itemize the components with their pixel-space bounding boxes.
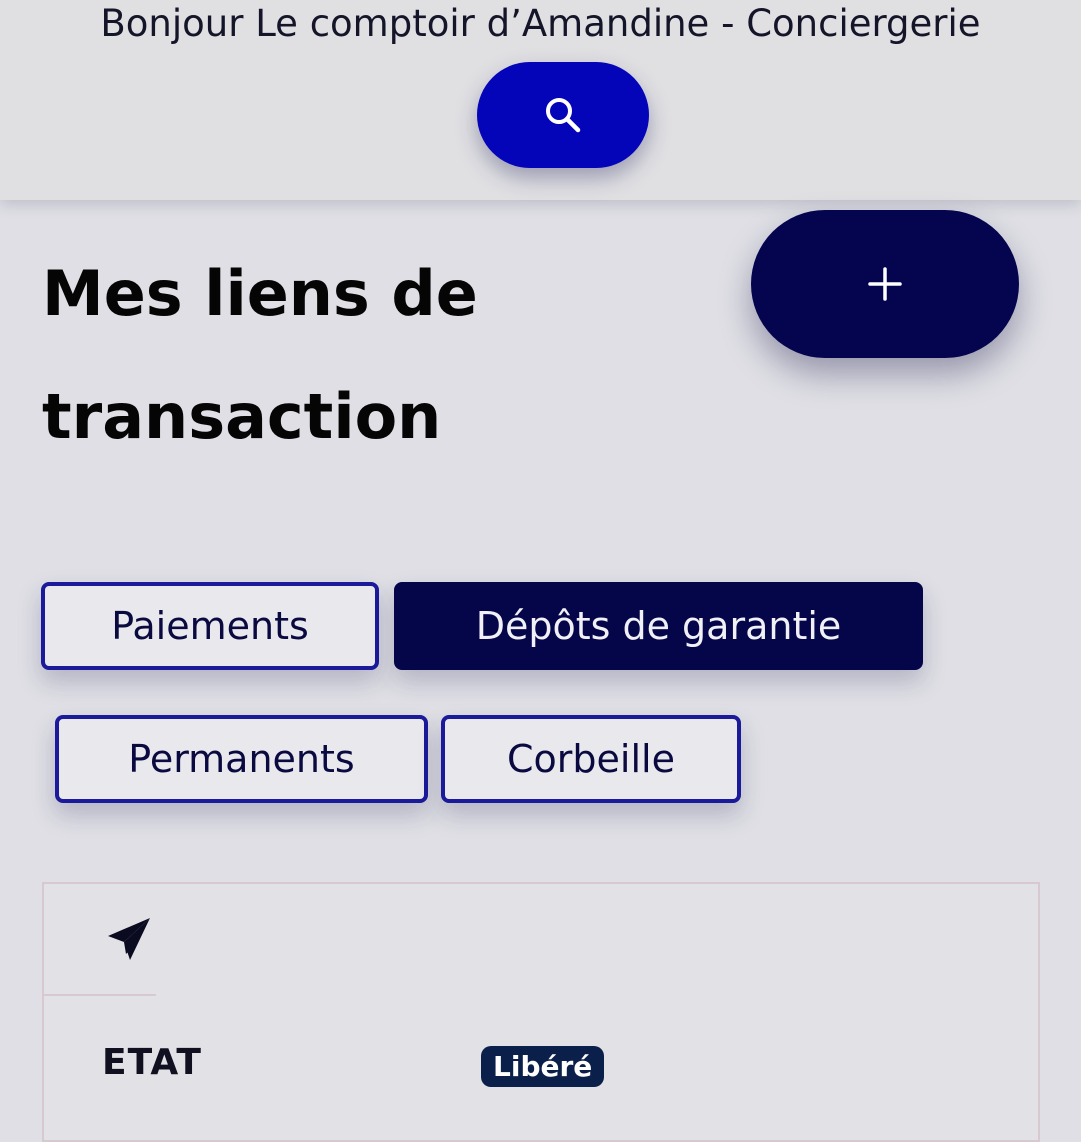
page-title: Mes liens de transaction xyxy=(42,257,478,453)
etat-label: ETAT xyxy=(102,1042,202,1083)
tab-label: Corbeille xyxy=(507,737,675,781)
tab-label: Permanents xyxy=(128,737,355,781)
greeting-text: Bonjour Le comptoir d’Amandine - Concier… xyxy=(100,2,981,45)
tab-depots-de-garantie[interactable]: Dépôts de garantie xyxy=(394,582,923,670)
tab-paiements[interactable]: Paiements xyxy=(41,582,379,670)
search-icon xyxy=(546,98,581,133)
search-button[interactable] xyxy=(477,62,649,168)
tab-label: Dépôts de garantie xyxy=(475,604,842,648)
tab-corbeille[interactable]: Corbeille xyxy=(441,715,741,803)
card-divider xyxy=(44,994,156,996)
transaction-card: ETAT Libéré xyxy=(42,882,1040,1142)
send-icon[interactable] xyxy=(104,914,154,964)
status-badge: Libéré xyxy=(481,1046,605,1087)
tab-permanents[interactable]: Permanents xyxy=(55,715,428,803)
top-header: Bonjour Le comptoir d’Amandine - Concier… xyxy=(0,0,1081,200)
tab-label: Paiements xyxy=(111,604,309,648)
plus-icon xyxy=(868,267,902,301)
add-link-button[interactable] xyxy=(751,210,1019,358)
